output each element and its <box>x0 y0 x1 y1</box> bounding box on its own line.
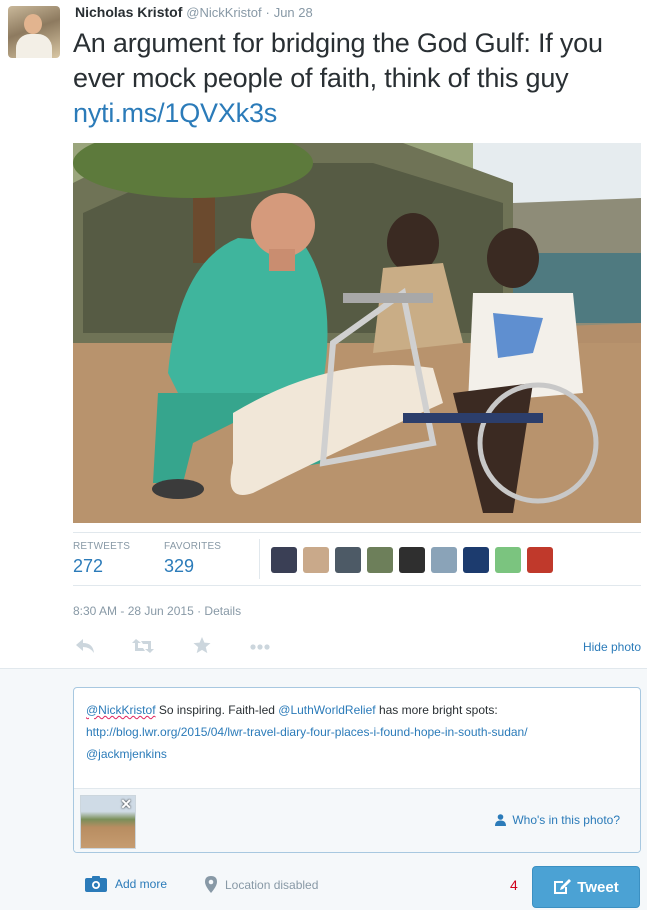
tweet-timestamp: 8:30 AM - 28 Jun 2015 <box>73 604 194 618</box>
engagement-stats: RETWEETS 272 FAVORITES 329 <box>73 532 641 586</box>
avatar-figure-head <box>24 14 42 34</box>
reply-url[interactable]: http://blog.lwr.org/2015/04/lwr-travel-d… <box>86 725 528 739</box>
favoriter-avatar[interactable] <box>527 547 553 573</box>
reply-text-2: has more bright spots: <box>375 703 498 717</box>
tweet-text: An argument for bridging the God Gulf: I… <box>73 26 643 131</box>
retweets-count: 272 <box>73 556 104 576</box>
favorites-label: FAVORITES <box>164 541 222 552</box>
add-more-label: Add more <box>115 877 168 891</box>
favoriter-avatar[interactable] <box>463 547 489 573</box>
attached-photo-thumbnail[interactable]: ✕ <box>80 795 136 849</box>
add-more-button[interactable]: Add more <box>85 876 167 892</box>
reply-mention-jack[interactable]: @jackmjenkins <box>86 747 167 761</box>
tweet-detail: Nicholas Kristof @NickKristof · Jun 28 A… <box>0 0 647 668</box>
tweet-meta: 8:30 AM - 28 Jun 2015 · Details <box>73 604 241 618</box>
composer-toolbar: Add more Location disabled 4 Tweet <box>73 866 641 910</box>
tweet-photo[interactable] <box>73 143 641 523</box>
stats-divider <box>259 539 260 579</box>
tweet-text-body: An argument for bridging the God Gulf: I… <box>73 28 603 93</box>
author-name[interactable]: Nicholas Kristof <box>75 4 182 20</box>
favorites-count: 329 <box>164 556 195 576</box>
tweet-button-label: Tweet <box>577 879 619 896</box>
reply-textbox[interactable]: @NickKristof So inspiring. Faith-led @Lu… <box>73 687 641 853</box>
favoriter-avatar[interactable] <box>495 547 521 573</box>
retweet-icon[interactable] <box>131 637 155 659</box>
attached-media-bar: ✕ Who's in this photo? <box>74 788 640 852</box>
avatar-figure-body <box>16 34 52 58</box>
header-separator: · <box>265 5 270 20</box>
hide-photo-link[interactable]: Hide photo <box>583 637 641 657</box>
tag-people-label: Who's in this photo? <box>512 813 620 827</box>
reply-text-1: So inspiring. Faith-led <box>155 703 279 717</box>
star-icon[interactable] <box>193 637 211 659</box>
tweet-actions: Hide photo <box>73 637 643 659</box>
favoriter-avatar[interactable] <box>431 547 457 573</box>
remove-photo-icon[interactable]: ✕ <box>120 796 132 813</box>
person-icon <box>495 814 507 826</box>
favorites-stat[interactable]: FAVORITES 329 <box>164 541 221 577</box>
reply-mention-lwr[interactable]: @LuthWorldRelief <box>278 703 375 717</box>
reply-draft-text[interactable]: @NickKristof So inspiring. Faith-led @Lu… <box>86 699 631 765</box>
photo-illustration <box>73 143 641 523</box>
tweet-button[interactable]: Tweet <box>532 866 640 908</box>
tweet-header: Nicholas Kristof @NickKristof · Jun 28 <box>75 4 313 20</box>
reply-mention-author[interactable]: @NickKristof <box>86 703 156 717</box>
tweet-date[interactable]: Jun 28 <box>274 5 313 20</box>
meta-separator: · <box>193 604 205 618</box>
tweet-link[interactable]: nyti.ms/1QVXk3s <box>73 98 277 128</box>
favoriter-avatars <box>271 547 553 573</box>
favoriter-avatar[interactable] <box>271 547 297 573</box>
compose-pen-icon <box>554 879 572 894</box>
favoriter-avatar[interactable] <box>399 547 425 573</box>
tag-people-button[interactable]: Who's in this photo? <box>495 813 620 827</box>
author-handle[interactable]: @NickKristof <box>186 5 261 20</box>
author-avatar[interactable] <box>8 6 60 58</box>
favoriter-avatar[interactable] <box>335 547 361 573</box>
retweets-label: RETWEETS <box>73 541 131 552</box>
reply-composer-area: @NickKristof So inspiring. Faith-led @Lu… <box>0 668 647 910</box>
location-toggle[interactable]: Location disabled <box>205 876 318 893</box>
character-counter: 4 <box>510 877 518 893</box>
camera-icon <box>85 876 107 892</box>
reply-icon[interactable] <box>75 637 95 659</box>
details-link[interactable]: Details <box>204 604 241 618</box>
favoriter-avatar[interactable] <box>303 547 329 573</box>
more-icon[interactable] <box>249 637 271 659</box>
location-label: Location disabled <box>225 878 319 892</box>
retweets-stat[interactable]: RETWEETS 272 <box>73 541 130 577</box>
location-pin-icon <box>205 876 217 893</box>
favoriter-avatar[interactable] <box>367 547 393 573</box>
